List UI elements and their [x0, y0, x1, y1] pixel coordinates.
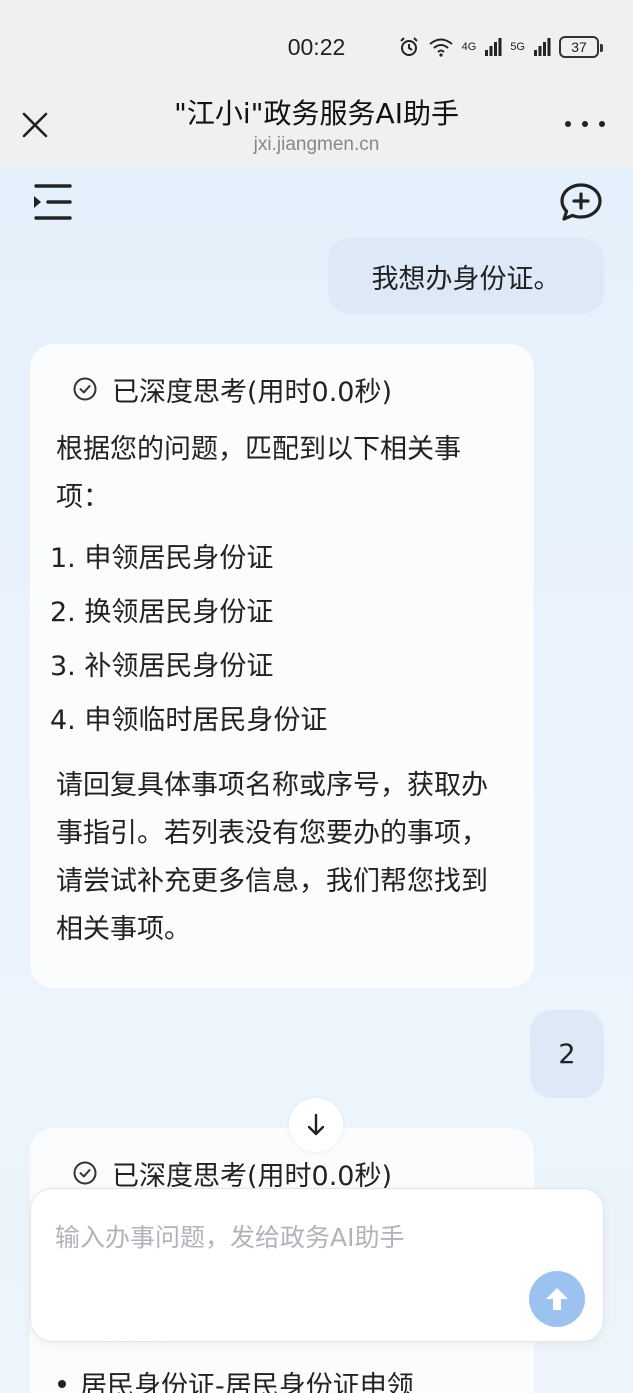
list-item[interactable]: 3. 补领居民身份证	[50, 640, 508, 694]
message-input[interactable]	[55, 1217, 535, 1257]
assistant-message: 已深度思考(用时0.0秒) 根据您的问题，匹配到以下相关事项： 1. 申领居民身…	[30, 344, 534, 988]
signal-a-icon	[485, 38, 502, 56]
user-message: 2	[530, 1010, 604, 1098]
matched-items-list: 1. 申领居民身份证 2. 换领居民身份证 3. 补领居民身份证 4. 申领临时…	[50, 532, 508, 748]
wifi-icon	[428, 38, 453, 57]
menu-expand-icon	[34, 184, 72, 220]
user-message-text: 我想办身份证。	[371, 263, 561, 295]
new-chat-icon	[560, 183, 602, 221]
arrow-down-icon	[307, 1113, 325, 1136]
page-url: jxi.jiangmen.cn	[253, 134, 380, 155]
assistant-outro-text: 请回复具体事项名称或序号，获取办事指引。若列表没有您要办的事项，请尝试补充更多信…	[56, 770, 488, 945]
thinking-status[interactable]: 已深度思考(用时0.0秒)	[56, 366, 508, 412]
check-circle-icon	[73, 377, 97, 401]
more-dot-icon	[565, 121, 571, 127]
bullet-icon	[58, 1379, 66, 1388]
page-title: "江小i"政务服务AI助手	[174, 97, 459, 130]
alarm-icon	[399, 37, 418, 56]
check-circle-icon	[73, 1161, 97, 1185]
more-dot-icon	[582, 121, 588, 127]
user-message: 我想办身份证。	[328, 238, 604, 314]
materials-list-item-text: 居民身份证-居民身份证申领	[80, 1371, 414, 1393]
list-item[interactable]: 4. 申领临时居民身份证	[50, 694, 508, 748]
send-button[interactable]	[529, 1271, 585, 1327]
network-b-label: 5G	[510, 41, 525, 53]
new-chat-button[interactable]	[559, 182, 603, 222]
chat-area[interactable]: 我想办身份证。 已深度思考(用时0.0秒) 根据您的问题，匹配到以下相关事项： …	[0, 168, 633, 1393]
materials-list-item: 居民身份证-居民身份证申领	[58, 1364, 414, 1393]
signal-b-icon	[534, 38, 551, 56]
sidebar-toggle-button[interactable]	[30, 182, 74, 222]
send-arrow-icon	[546, 1288, 568, 1310]
status-icons: 4G 5G 37	[398, 34, 603, 60]
list-item[interactable]: 1. 申领居民身份证	[50, 532, 508, 586]
more-dot-icon	[599, 121, 605, 127]
battery-level: 37	[571, 39, 587, 55]
thinking-status-text: 已深度思考(用时0.0秒)	[112, 1160, 393, 1192]
status-bar: 00:22 4G 5G 37	[0, 0, 633, 86]
message-composer	[30, 1188, 604, 1342]
thinking-status-text: 已深度思考(用时0.0秒)	[112, 376, 393, 408]
scroll-to-bottom-button[interactable]	[289, 1098, 343, 1152]
network-a-label: 4G	[461, 41, 477, 53]
list-item[interactable]: 2. 换领居民身份证	[50, 586, 508, 640]
user-message-text: 2	[558, 1038, 576, 1070]
battery-indicator: 37	[559, 36, 603, 58]
more-options-button[interactable]	[565, 114, 605, 134]
assistant-intro-text: 根据您的问题，匹配到以下相关事项：	[56, 434, 461, 513]
app-header: "江小i"政务服务AI助手 jxi.jiangmen.cn	[0, 86, 633, 168]
